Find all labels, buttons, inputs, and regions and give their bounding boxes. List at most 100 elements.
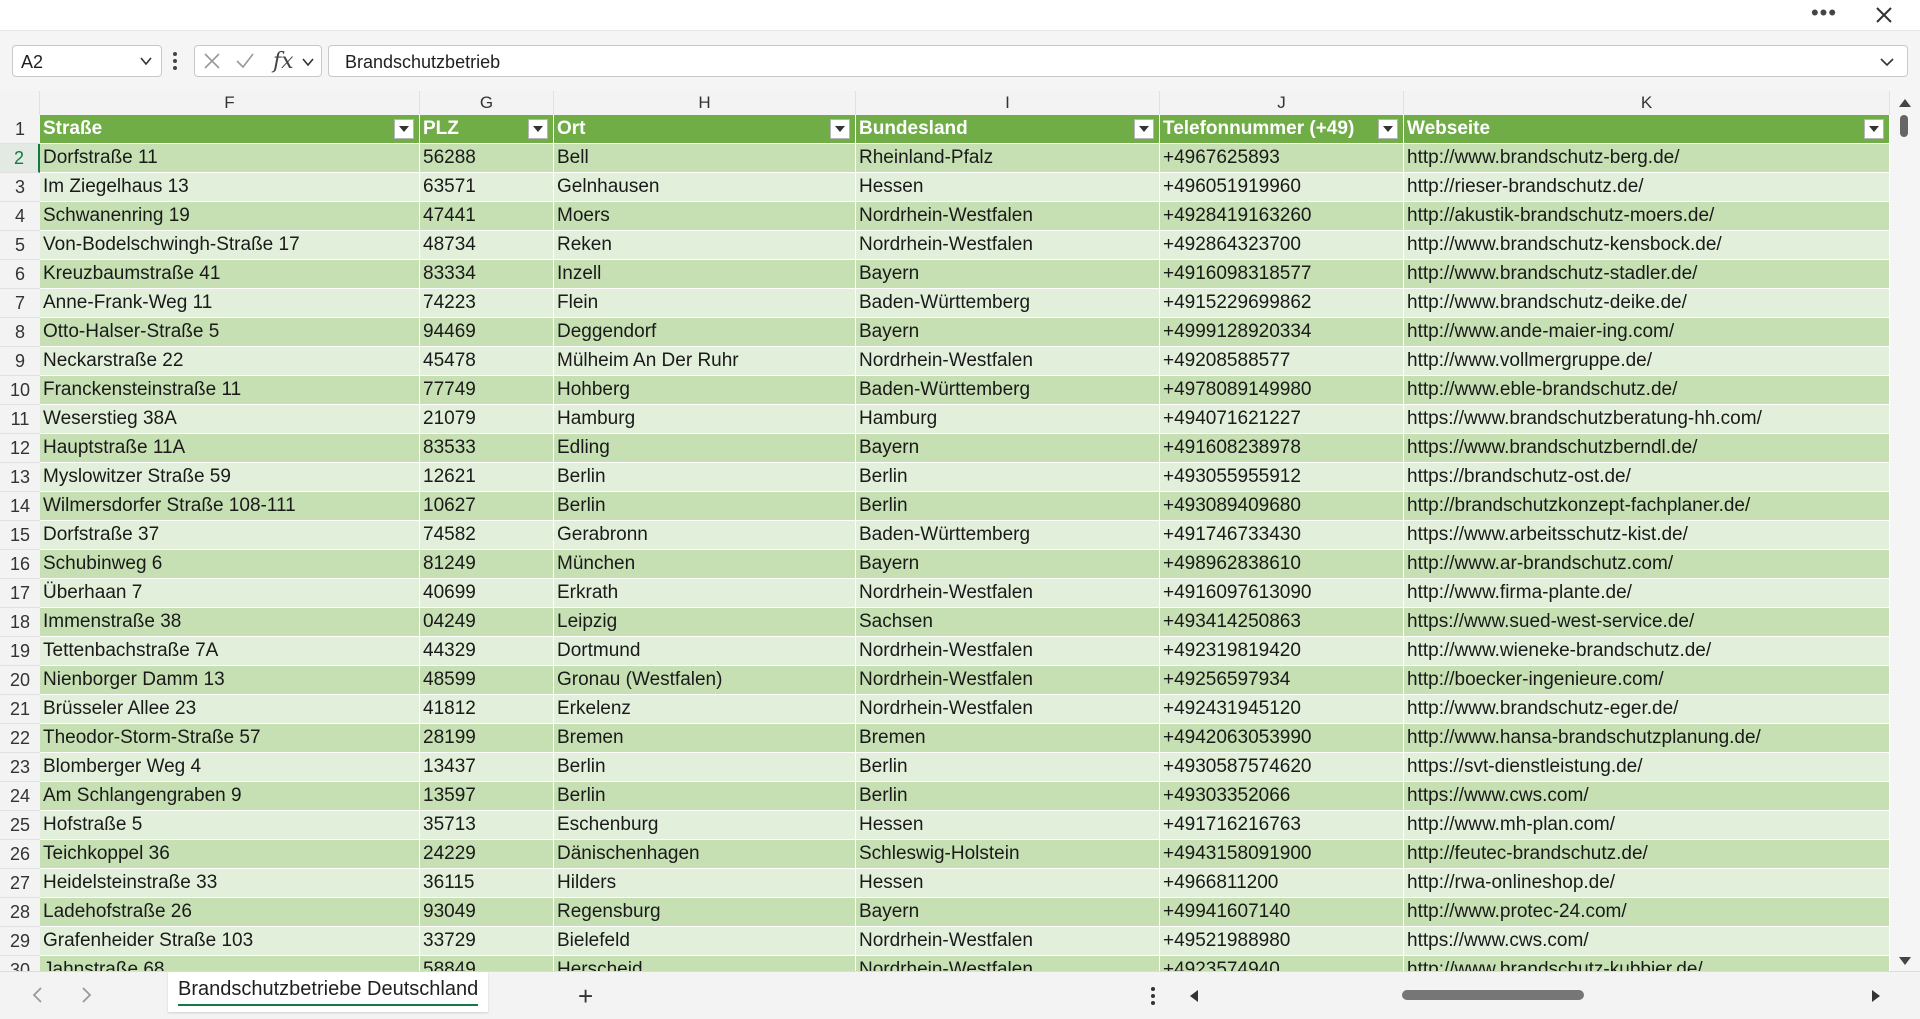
table-cell-col-k[interactable]: https://www.brandschutzberatung-hh.com/ bbox=[1404, 405, 1890, 434]
table-cell-col-h[interactable]: Reken bbox=[554, 231, 856, 260]
column-header-col-g[interactable]: G bbox=[420, 91, 554, 115]
table-cell-col-g[interactable]: 83334 bbox=[420, 260, 554, 289]
table-cell-col-h[interactable]: Hamburg bbox=[554, 405, 856, 434]
vertical-dots-icon[interactable] bbox=[170, 49, 180, 73]
table-cell-col-i[interactable]: Baden-Württemberg bbox=[856, 376, 1160, 405]
row-header[interactable]: 2 bbox=[0, 144, 40, 173]
table-cell-col-i[interactable]: Baden-Württemberg bbox=[856, 289, 1160, 318]
table-cell-col-f[interactable]: Neckarstraße 22 bbox=[40, 347, 420, 376]
table-cell-col-i[interactable]: Bayern bbox=[856, 434, 1160, 463]
filter-dropdown-button[interactable] bbox=[1864, 119, 1884, 139]
table-cell-col-f[interactable]: Jahnstraße 68 bbox=[40, 956, 420, 971]
row-header[interactable]: 3 bbox=[0, 173, 40, 202]
scroll-right-icon[interactable] bbox=[1870, 988, 1882, 1004]
table-cell-col-g[interactable]: 10627 bbox=[420, 492, 554, 521]
table-header-cell[interactable]: Bundesland bbox=[856, 115, 1160, 144]
table-cell-col-h[interactable]: Herscheid bbox=[554, 956, 856, 971]
table-cell-col-g[interactable]: 48599 bbox=[420, 666, 554, 695]
table-cell-col-h[interactable]: Bell bbox=[554, 144, 856, 173]
table-cell-col-k[interactable]: https://www.sued-west-service.de/ bbox=[1404, 608, 1890, 637]
table-cell-col-j[interactable]: +4930587574620 bbox=[1160, 753, 1404, 782]
table-cell-col-f[interactable]: Schubinweg 6 bbox=[40, 550, 420, 579]
table-cell-col-f[interactable]: Immenstraße 38 bbox=[40, 608, 420, 637]
table-cell-col-k[interactable]: https://brandschutz-ost.de/ bbox=[1404, 463, 1890, 492]
table-cell-col-i[interactable]: Baden-Württemberg bbox=[856, 521, 1160, 550]
table-cell-col-k[interactable]: https://www.cws.com/ bbox=[1404, 782, 1890, 811]
table-cell-col-k[interactable]: http://rwa-onlineshop.de/ bbox=[1404, 869, 1890, 898]
table-cell-col-f[interactable]: Hauptstraße 11A bbox=[40, 434, 420, 463]
table-cell-col-k[interactable]: http://www.protec-24.com/ bbox=[1404, 898, 1890, 927]
table-cell-col-i[interactable]: Nordrhein-Westfalen bbox=[856, 637, 1160, 666]
table-cell-col-f[interactable]: Weserstieg 38A bbox=[40, 405, 420, 434]
table-cell-col-i[interactable]: Hessen bbox=[856, 869, 1160, 898]
table-cell-col-h[interactable]: Deggendorf bbox=[554, 318, 856, 347]
table-cell-col-i[interactable]: Nordrhein-Westfalen bbox=[856, 202, 1160, 231]
filter-dropdown-button[interactable] bbox=[1378, 119, 1398, 139]
table-cell-col-h[interactable]: Gelnhausen bbox=[554, 173, 856, 202]
table-cell-col-g[interactable]: 81249 bbox=[420, 550, 554, 579]
table-cell-col-h[interactable]: Gerabronn bbox=[554, 521, 856, 550]
table-cell-col-i[interactable]: Schleswig-Holstein bbox=[856, 840, 1160, 869]
row-header[interactable]: 15 bbox=[0, 521, 40, 550]
previous-sheet-icon[interactable] bbox=[30, 986, 46, 1004]
table-cell-col-j[interactable]: +49521988980 bbox=[1160, 927, 1404, 956]
table-header-cell[interactable]: Ort bbox=[554, 115, 856, 144]
table-cell-col-k[interactable]: http://www.brandschutz-stadler.de/ bbox=[1404, 260, 1890, 289]
table-cell-col-h[interactable]: Berlin bbox=[554, 463, 856, 492]
row-header[interactable]: 10 bbox=[0, 376, 40, 405]
table-cell-col-k[interactable]: http://www.brandschutz-kubbier.de/ bbox=[1404, 956, 1890, 971]
row-header[interactable]: 16 bbox=[0, 550, 40, 579]
row-header[interactable]: 4 bbox=[0, 202, 40, 231]
table-cell-col-f[interactable]: Im Ziegelhaus 13 bbox=[40, 173, 420, 202]
table-cell-col-g[interactable]: 24229 bbox=[420, 840, 554, 869]
table-cell-col-k[interactable]: http://www.eble-brandschutz.de/ bbox=[1404, 376, 1890, 405]
row-header[interactable]: 5 bbox=[0, 231, 40, 260]
table-cell-col-i[interactable]: Berlin bbox=[856, 492, 1160, 521]
row-header[interactable]: 9 bbox=[0, 347, 40, 376]
table-cell-col-f[interactable]: Dorfstraße 11 bbox=[40, 144, 420, 173]
table-cell-col-g[interactable]: 04249 bbox=[420, 608, 554, 637]
table-cell-col-h[interactable]: Bremen bbox=[554, 724, 856, 753]
table-cell-col-f[interactable]: Von-Bodelschwingh-Straße 17 bbox=[40, 231, 420, 260]
table-cell-col-h[interactable]: Bielefeld bbox=[554, 927, 856, 956]
row-header[interactable]: 8 bbox=[0, 318, 40, 347]
table-cell-col-h[interactable]: Eschenburg bbox=[554, 811, 856, 840]
table-cell-col-g[interactable]: 33729 bbox=[420, 927, 554, 956]
column-header-col-f[interactable]: F bbox=[40, 91, 420, 115]
table-cell-col-i[interactable]: Hessen bbox=[856, 811, 1160, 840]
table-cell-col-h[interactable]: Hohberg bbox=[554, 376, 856, 405]
row-header[interactable]: 24 bbox=[0, 782, 40, 811]
expand-formula-icon[interactable] bbox=[1879, 54, 1895, 70]
table-cell-col-j[interactable]: +49208588577 bbox=[1160, 347, 1404, 376]
row-header[interactable]: 1 bbox=[0, 115, 40, 144]
table-cell-col-h[interactable]: Moers bbox=[554, 202, 856, 231]
row-header[interactable]: 29 bbox=[0, 927, 40, 956]
table-cell-col-j[interactable]: +4916098318577 bbox=[1160, 260, 1404, 289]
scroll-up-icon[interactable] bbox=[1897, 97, 1913, 109]
row-header[interactable]: 19 bbox=[0, 637, 40, 666]
table-cell-col-h[interactable]: Dänischenhagen bbox=[554, 840, 856, 869]
filter-dropdown-button[interactable] bbox=[1134, 119, 1154, 139]
row-header[interactable]: 17 bbox=[0, 579, 40, 608]
table-cell-col-g[interactable]: 44329 bbox=[420, 637, 554, 666]
table-cell-col-i[interactable]: Berlin bbox=[856, 463, 1160, 492]
horizontal-scroll-thumb[interactable] bbox=[1402, 990, 1584, 1000]
table-cell-col-j[interactable]: +49941607140 bbox=[1160, 898, 1404, 927]
table-cell-col-j[interactable]: +4923574940 bbox=[1160, 956, 1404, 971]
table-cell-col-j[interactable]: +4966811200 bbox=[1160, 869, 1404, 898]
column-header-col-k[interactable]: K bbox=[1404, 91, 1890, 115]
table-cell-col-k[interactable]: https://www.cws.com/ bbox=[1404, 927, 1890, 956]
table-cell-col-f[interactable]: Dorfstraße 37 bbox=[40, 521, 420, 550]
table-cell-col-f[interactable]: Franckensteinstraße 11 bbox=[40, 376, 420, 405]
table-cell-col-g[interactable]: 63571 bbox=[420, 173, 554, 202]
table-cell-col-h[interactable]: Leipzig bbox=[554, 608, 856, 637]
table-cell-col-g[interactable]: 12621 bbox=[420, 463, 554, 492]
table-cell-col-g[interactable]: 45478 bbox=[420, 347, 554, 376]
table-cell-col-i[interactable]: Bayern bbox=[856, 898, 1160, 927]
row-header[interactable]: 14 bbox=[0, 492, 40, 521]
table-cell-col-f[interactable]: Am Schlangengraben 9 bbox=[40, 782, 420, 811]
table-cell-col-i[interactable]: Berlin bbox=[856, 782, 1160, 811]
row-header[interactable]: 7 bbox=[0, 289, 40, 318]
table-cell-col-j[interactable]: +492864323700 bbox=[1160, 231, 1404, 260]
row-header[interactable]: 6 bbox=[0, 260, 40, 289]
